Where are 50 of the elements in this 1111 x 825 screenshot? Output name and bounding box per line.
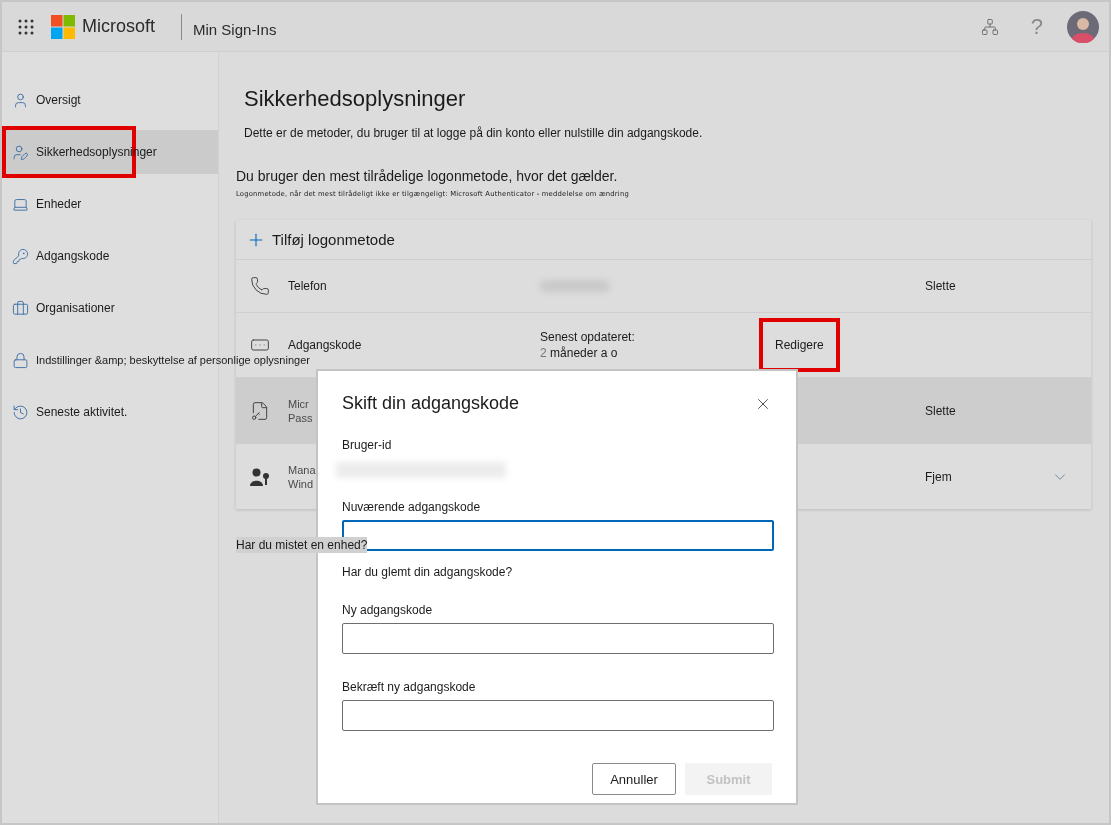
action-link[interactable]: Fjem	[925, 469, 952, 484]
method-name: Mana	[288, 463, 316, 476]
sidebar-label: Indstillinger &amp; beskyttelse af personlige oplysninger	[36, 354, 310, 366]
sidebar-item[interactable]: Enheder	[2, 182, 218, 226]
sidebar-label: Oversigt	[36, 93, 81, 107]
lock-icon	[12, 351, 29, 369]
brand-name: Microsoft	[82, 16, 155, 37]
document-key-icon	[250, 400, 270, 421]
action-link[interactable]: Slette	[925, 403, 956, 418]
password-field[interactable]	[342, 623, 774, 654]
sidebar-label: Adgangskode	[36, 249, 110, 263]
default-method-note: Du bruger den mest tilrådelige logonmetode, hvor det gælder.	[236, 168, 619, 184]
field-label: Bruger-id	[342, 438, 393, 452]
field-label: Bekræft ny adgangskode	[342, 680, 477, 694]
sidebar-label: Seneste aktivitet.	[36, 405, 128, 419]
app-title: Min Sign-Ins	[193, 21, 277, 38]
phone-icon	[250, 276, 270, 296]
method-name: Telefon	[288, 279, 327, 293]
page-title: Sikkerhedsoplysninger	[244, 86, 467, 112]
method-name: Adgangskode	[288, 338, 362, 352]
method-name: Micr	[288, 397, 309, 410]
sidebar-item[interactable]: Seneste aktivitet.	[2, 390, 218, 434]
dialog-title: Skift din adgangskode	[342, 393, 520, 414]
method-name: Pass	[288, 411, 313, 424]
field-label: Ny adgangskode	[342, 603, 434, 617]
user-icon	[12, 91, 29, 109]
logo-icon	[51, 14, 75, 39]
password-field[interactable]	[342, 700, 774, 731]
page-description: Dette er de metoder, du bruger til at logge på din konto eller nulstille din adgangskode.	[244, 126, 704, 140]
user-key-icon	[250, 467, 270, 486]
sidebar-item[interactable]: Oversigt	[2, 78, 218, 122]
organization-icon[interactable]	[980, 17, 999, 36]
sidebar-label: Organisationer	[36, 301, 115, 315]
lost-device-link[interactable]: Har du mistet en enhed?	[236, 537, 368, 553]
briefcase-icon	[12, 299, 29, 317]
forgot-password-link[interactable]: Har du glemt din adgangskode?	[342, 565, 513, 579]
sidebar-item[interactable]: Organisationer	[2, 286, 218, 330]
sidebar-label: Enheder	[36, 197, 82, 211]
field-label: Nuværende adgangskode	[342, 500, 482, 514]
cancel-button[interactable]: Annuller	[592, 763, 676, 795]
action-link[interactable]: Slette	[925, 279, 956, 293]
sidebar-item[interactable]: Adgangskode	[2, 234, 218, 278]
app-launcher-icon[interactable]	[18, 18, 34, 35]
user-edit-icon	[12, 143, 29, 161]
method-name: Wind	[288, 477, 314, 490]
avatar[interactable]	[1067, 10, 1099, 43]
method-detail: 2 måneder a o	[540, 346, 619, 360]
method-detail: Senest opdateret:	[540, 330, 636, 344]
history-icon	[12, 403, 29, 421]
key-icon	[12, 247, 29, 265]
